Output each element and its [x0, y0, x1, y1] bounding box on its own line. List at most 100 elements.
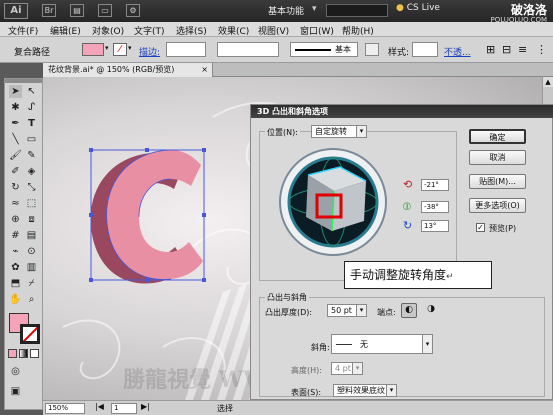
chevron-down-icon: ▾ [356, 126, 366, 137]
artboard-number-input[interactable]: 1 [111, 403, 137, 414]
scroll-up-icon[interactable]: ▲ [543, 77, 553, 87]
pen-tool-icon[interactable]: ✒ [9, 117, 22, 130]
menu-view[interactable]: 视图(V) [258, 24, 289, 37]
bevel-height-input[interactable]: 4 pt ▾ [331, 362, 363, 375]
shape-builder-tool-icon[interactable]: ⊕ [9, 213, 22, 226]
position-dropdown[interactable]: 自定旋转 ▾ [311, 125, 367, 138]
scale-tool-icon[interactable]: ⤡ [25, 181, 38, 194]
chevron-down-icon[interactable]: ▾ [105, 44, 109, 52]
blob-brush-tool-icon[interactable]: ✐ [9, 165, 22, 178]
menu-select[interactable]: 选择(S) [176, 24, 207, 37]
preview-checkbox[interactable]: ✓ [476, 223, 485, 232]
cs-live-button[interactable]: ● CS Live [396, 3, 440, 13]
direct-selection-tool-icon[interactable]: ↖ [25, 85, 38, 98]
menu-file[interactable]: 文件(F) [8, 24, 38, 37]
menu-help[interactable]: 帮助(H) [342, 24, 374, 37]
lasso-tool-icon[interactable]: ᔑ [25, 101, 38, 114]
document-tab-label: 花纹背景.ai* @ 150% (RGB/预览) [48, 65, 175, 74]
line-tool-icon[interactable]: ╲ [9, 133, 22, 146]
screen-mode-icon[interactable]: ▣ [9, 385, 22, 398]
options-icon[interactable]: ⋮ [536, 43, 547, 56]
symbol-sprayer-tool-icon[interactable]: ✿ [9, 261, 22, 274]
variable-width-dropdown[interactable] [217, 42, 279, 57]
hand-tool-icon[interactable]: ✋ [9, 293, 22, 306]
slice-tool-icon[interactable]: ⌿ [25, 277, 38, 290]
eyedropper-tool-icon[interactable]: ⌁ [9, 245, 22, 258]
menu-type[interactable]: 文字(T) [134, 24, 165, 37]
rotate-tool-icon[interactable]: ↻ [9, 181, 22, 194]
align-icon[interactable]: ⊞ [486, 43, 495, 56]
x-rotation-value: -21° [424, 181, 439, 189]
search-input[interactable] [326, 4, 388, 17]
chevron-down-icon[interactable]: ▾ [312, 4, 317, 14]
column-graph-tool-icon[interactable]: ▥ [25, 261, 38, 274]
menu-object[interactable]: 对象(O) [92, 24, 124, 37]
bevel-dropdown[interactable]: 无 ▾ [331, 334, 433, 354]
x-rotation-input[interactable]: -21° [421, 179, 449, 191]
menu-window[interactable]: 窗口(W) [300, 24, 334, 37]
screen-mode-icon[interactable]: ▭ [98, 4, 112, 17]
blend-tool-icon[interactable]: ⊙ [25, 245, 38, 258]
surface-label: 表面(S): [291, 388, 322, 397]
first-artboard-icon[interactable]: |◀ [95, 402, 104, 411]
panel-menu-icon[interactable]: ≡ [518, 43, 527, 56]
annotation-text: 手动调整旋转角度 [350, 268, 447, 282]
style-dropdown[interactable] [412, 42, 438, 57]
extrude-depth-input[interactable]: 50 pt ▾ [327, 304, 367, 317]
none-mode-icon[interactable] [30, 349, 39, 358]
close-icon[interactable]: × [201, 63, 208, 76]
ok-button[interactable]: 确定 [469, 129, 526, 144]
chevron-down-icon[interactable]: ▾ [128, 44, 132, 52]
gradient-tool-icon[interactable]: ▤ [25, 229, 38, 242]
cap-off-button[interactable]: ◑ [423, 303, 439, 318]
free-transform-tool-icon[interactable]: ⬚ [25, 197, 38, 210]
next-artboard-icon[interactable]: ▶| [141, 402, 150, 411]
paintbrush-tool-icon[interactable]: 🖌 [9, 149, 22, 162]
graphic-style-swatch[interactable] [365, 43, 379, 56]
surface-dropdown[interactable]: 塑料效果底纹 ▾ [333, 384, 397, 397]
document-tab[interactable]: 花纹背景.ai* @ 150% (RGB/预览) × [43, 63, 213, 77]
zoom-tool-icon[interactable]: ⌕ [25, 293, 38, 306]
fill-color-swatch[interactable] [82, 43, 104, 56]
cancel-button[interactable]: 取消 [469, 150, 526, 165]
settings-icon[interactable]: ⚙ [126, 4, 140, 17]
draw-mode-icon[interactable]: ◎ [9, 365, 22, 378]
rectangle-tool-icon[interactable]: ▭ [25, 133, 38, 146]
color-mode-icon[interactable] [8, 349, 17, 358]
brush-definition-dropdown[interactable]: 基本 [290, 42, 358, 57]
perspective-grid-tool-icon[interactable]: ⧈ [25, 213, 38, 226]
bevel-label: 斜角: [311, 343, 330, 352]
y-axis-rotation-icon: ⦶ [403, 200, 411, 213]
workspace-switcher[interactable]: 基本功能 [268, 4, 304, 17]
x-axis-rotation-icon: ⟲ [403, 178, 413, 191]
stroke-weight-input[interactable] [166, 42, 206, 57]
menu-effect[interactable]: 效果(C) [218, 24, 249, 37]
bridge-icon[interactable]: Br [42, 4, 56, 17]
magic-wand-tool-icon[interactable]: ✱ [9, 101, 22, 114]
map-art-button[interactable]: 贴图(M)... [469, 174, 526, 189]
panel-grip[interactable] [5, 79, 42, 83]
control-bar: 复合路径 ▾ ⁄ ▾ 描边: 基本 样式: 不透... ⊞ ⊟ ≡ ⋮ [0, 37, 553, 63]
eraser-tool-icon[interactable]: ◈ [25, 165, 38, 178]
y-rotation-input[interactable]: -38° [421, 201, 449, 213]
pencil-tool-icon[interactable]: ✎ [25, 149, 38, 162]
stroke-none-swatch[interactable]: ⁄ [113, 43, 127, 56]
warp-tool-icon[interactable]: ≈ [9, 197, 22, 210]
rotation-track-cube[interactable] [278, 147, 388, 257]
type-tool-icon[interactable]: T [25, 117, 38, 130]
selection-tool-icon[interactable]: ➤ [9, 85, 22, 98]
opacity-link[interactable]: 不透... [444, 45, 471, 58]
stroke-color-icon[interactable] [20, 324, 40, 344]
menu-edit[interactable]: 编辑(E) [50, 24, 81, 37]
transform-icon[interactable]: ⊟ [502, 43, 511, 56]
stroke-link[interactable]: 描边: [139, 45, 160, 58]
more-options-button[interactable]: 更多选项(O) [469, 198, 526, 213]
gradient-mode-icon[interactable] [19, 349, 28, 358]
z-axis-rotation-icon: ↻ [403, 219, 413, 232]
zoom-level-dropdown[interactable]: 150% [45, 403, 85, 414]
arrange-icon[interactable]: ▤ [70, 4, 84, 17]
artboard-tool-icon[interactable]: ⬒ [9, 277, 22, 290]
z-rotation-input[interactable]: 13° [421, 220, 449, 232]
mesh-tool-icon[interactable]: # [9, 229, 22, 242]
cap-on-button[interactable]: ◐ [401, 303, 417, 318]
